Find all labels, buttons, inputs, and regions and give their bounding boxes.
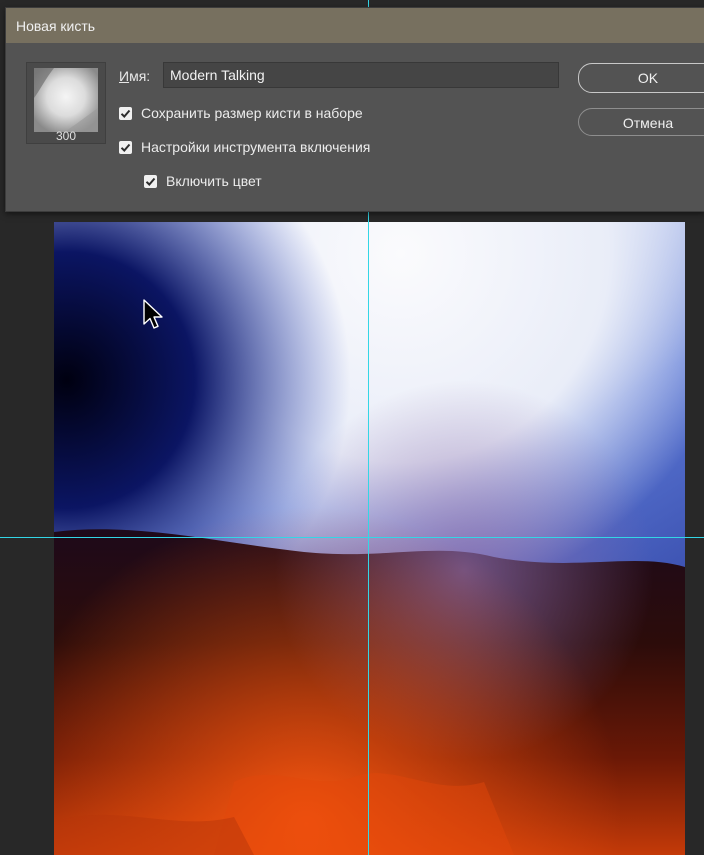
workspace: Новая кисть 300 Имя: Modern Talking Сохр…: [0, 0, 704, 855]
checkbox-box[interactable]: [119, 140, 132, 154]
cancel-button[interactable]: Отмена: [578, 108, 704, 136]
checkbox-include-color[interactable]: Включить цвет: [144, 173, 262, 189]
name-label-accelerator: И: [119, 68, 130, 84]
checkbox-box[interactable]: [119, 106, 132, 120]
horizontal-guide[interactable]: [0, 537, 704, 538]
brush-preview-thumbnail: [34, 68, 98, 132]
checkbox-label: Сохранить размер кисти в наборе: [141, 105, 363, 121]
checkbox-include-tool-settings[interactable]: Настройки инструмента включения: [119, 139, 370, 155]
checkbox-label: Включить цвет: [166, 173, 262, 189]
name-label-text: мя:: [129, 68, 151, 84]
brush-preview: 300: [26, 62, 106, 144]
checkbox-label: Настройки инструмента включения: [141, 139, 371, 155]
dialog-title: Новая кисть: [16, 18, 96, 34]
checkmark-icon: [120, 109, 131, 118]
checkbox-box[interactable]: [144, 174, 157, 188]
brush-name-input[interactable]: [163, 62, 559, 88]
arrow-cursor-icon: [143, 299, 165, 331]
checkbox-capture-brush-size[interactable]: Сохранить размер кисти в наборе: [119, 105, 363, 121]
dialog-titlebar[interactable]: Новая кисть: [6, 8, 704, 43]
brush-size-label: 300: [55, 129, 77, 143]
ok-button[interactable]: OK: [578, 63, 704, 93]
checkmark-icon: [145, 177, 156, 186]
new-brush-dialog: Новая кисть 300 Имя: Modern Talking Сохр…: [5, 7, 704, 212]
name-label: Имя:: [119, 68, 150, 84]
checkmark-icon: [120, 143, 131, 152]
